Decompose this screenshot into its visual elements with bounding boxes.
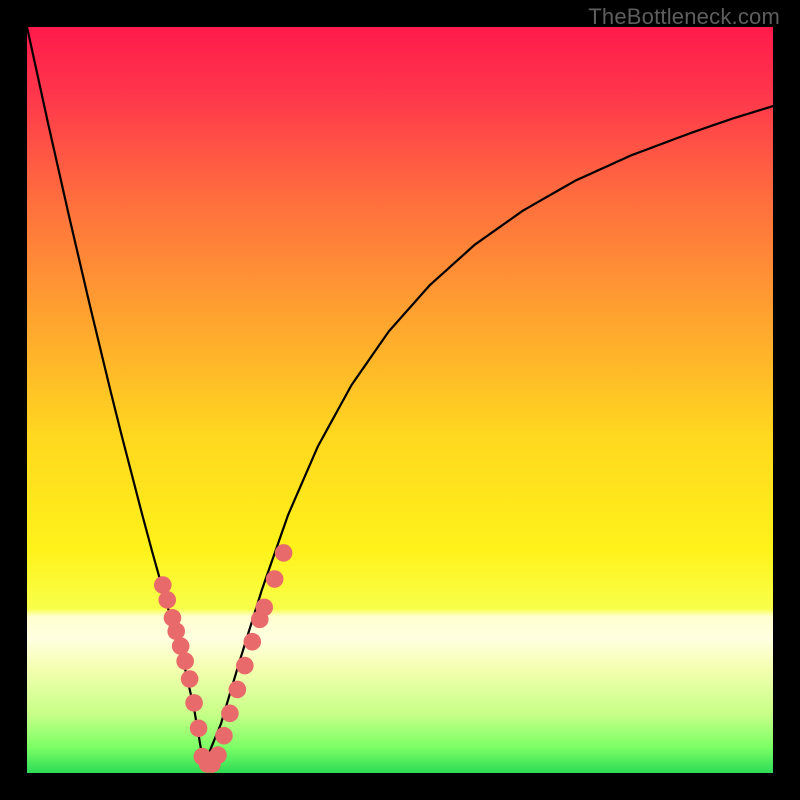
watermark-text: TheBottleneck.com bbox=[588, 4, 780, 30]
gradient-background bbox=[27, 27, 773, 773]
marker-dot bbox=[167, 622, 185, 640]
marker-dot bbox=[158, 591, 176, 609]
marker-dot bbox=[255, 599, 273, 617]
marker-dot bbox=[266, 570, 284, 588]
plot-area bbox=[27, 27, 773, 773]
marker-dot bbox=[243, 633, 261, 651]
frame-right bbox=[773, 0, 800, 800]
marker-dot bbox=[181, 670, 199, 688]
marker-dot bbox=[154, 576, 172, 594]
marker-dot bbox=[185, 694, 203, 712]
marker-dot bbox=[176, 652, 194, 670]
frame-left bbox=[0, 0, 27, 800]
marker-dot bbox=[209, 746, 227, 764]
marker-dot bbox=[215, 727, 233, 745]
marker-dot bbox=[221, 705, 239, 723]
marker-dot bbox=[275, 544, 293, 562]
marker-dot bbox=[229, 681, 247, 699]
marker-dot bbox=[190, 719, 208, 737]
marker-dot bbox=[172, 637, 190, 655]
marker-dot bbox=[236, 657, 254, 675]
frame-bottom bbox=[0, 773, 800, 800]
chart-svg bbox=[27, 27, 773, 773]
